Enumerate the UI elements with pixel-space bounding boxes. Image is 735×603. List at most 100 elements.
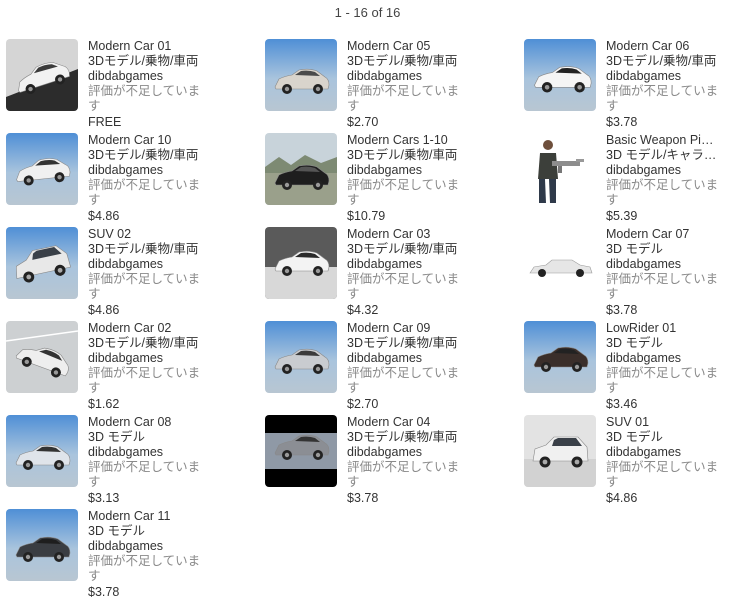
asset-name[interactable]: Modern Car 07: [606, 227, 724, 242]
asset-name[interactable]: Modern Car 03: [347, 227, 465, 242]
asset-thumbnail[interactable]: [265, 415, 337, 487]
asset-publisher[interactable]: dibdabgames: [606, 351, 724, 366]
asset-publisher[interactable]: dibdabgames: [347, 257, 465, 272]
asset-info: Modern Car 10 3Dモデル/乗物/車両 dibdabgames 評価…: [88, 133, 206, 224]
asset-thumbnail[interactable]: [6, 415, 78, 487]
asset-thumbnail[interactable]: [524, 227, 596, 299]
asset-thumbnail[interactable]: [524, 321, 596, 393]
asset-name[interactable]: Modern Car 09: [347, 321, 465, 336]
asset-price: $3.78: [606, 115, 638, 129]
asset-publisher[interactable]: dibdabgames: [88, 539, 206, 554]
asset-card-5[interactable]: Modern Cars 1-10 3Dモデル/乗物/車両 dibdabgames…: [265, 133, 524, 227]
asset-card-3[interactable]: Modern Car 06 3Dモデル/乗物/車両 dibdabgames 評価…: [524, 39, 735, 133]
asset-category[interactable]: 3Dモデル/乗物/車両: [347, 242, 465, 257]
asset-card-16[interactable]: Modern Car 11 3D モデル dibdabgames 評価が不足して…: [6, 509, 265, 603]
asset-publisher[interactable]: dibdabgames: [88, 69, 206, 84]
asset-price: $3.78: [606, 303, 638, 317]
asset-thumbnail[interactable]: [524, 415, 596, 487]
asset-publisher[interactable]: dibdabgames: [88, 163, 206, 178]
asset-name[interactable]: Modern Car 06: [606, 39, 724, 54]
asset-thumbnail[interactable]: [265, 227, 337, 299]
asset-card-4[interactable]: Modern Car 10 3Dモデル/乗物/車両 dibdabgames 評価…: [6, 133, 265, 227]
asset-card-14[interactable]: Modern Car 04 3Dモデル/乗物/車両 dibdabgames 評価…: [265, 415, 524, 509]
asset-thumbnail[interactable]: [265, 39, 337, 111]
asset-name[interactable]: Modern Car 01: [88, 39, 206, 54]
asset-category[interactable]: 3Dモデル/乗物/車両: [347, 336, 465, 351]
asset-info: LowRider 01 3D モデル dibdabgames 評価が不足していま…: [606, 321, 724, 412]
asset-card-12[interactable]: LowRider 01 3D モデル dibdabgames 評価が不足していま…: [524, 321, 735, 415]
asset-name[interactable]: LowRider 01: [606, 321, 724, 336]
asset-price: $3.78: [347, 491, 379, 505]
asset-rating: 評価が不足しています: [347, 178, 460, 207]
asset-card-10[interactable]: Modern Car 02 3Dモデル/乗物/車両 dibdabgames 評価…: [6, 321, 265, 415]
asset-card-2[interactable]: Modern Car 05 3Dモデル/乗物/車両 dibdabgames 評価…: [265, 39, 524, 133]
asset-card-15[interactable]: SUV 01 3D モデル dibdabgames 評価が不足しています $4.…: [524, 415, 735, 509]
asset-thumbnail[interactable]: [6, 133, 78, 205]
asset-name[interactable]: Modern Car 11: [88, 509, 206, 524]
asset-category[interactable]: 3Dモデル/乗物/車両: [347, 54, 465, 69]
asset-card-6[interactable]: Basic Weapon Pi… 3D モデル/キャラ… dibdabgames…: [524, 133, 735, 227]
results-count: 1 - 16 of 16: [334, 5, 401, 20]
asset-name[interactable]: Modern Car 05: [347, 39, 465, 54]
asset-category[interactable]: 3Dモデル/乗物/車両: [606, 54, 724, 69]
asset-thumbnail[interactable]: [265, 321, 337, 393]
asset-card-13[interactable]: Modern Car 08 3D モデル dibdabgames 評価が不足して…: [6, 415, 265, 509]
asset-info: Modern Cars 1-10 3Dモデル/乗物/車両 dibdabgames…: [347, 133, 465, 224]
asset-publisher[interactable]: dibdabgames: [606, 445, 724, 460]
asset-card-1[interactable]: Modern Car 01 3Dモデル/乗物/車両 dibdabgames 評価…: [6, 39, 265, 133]
asset-info: Modern Car 04 3Dモデル/乗物/車両 dibdabgames 評価…: [347, 415, 465, 506]
asset-category[interactable]: 3D モデル: [606, 336, 724, 351]
asset-category[interactable]: 3D モデル/キャラ…: [606, 148, 724, 163]
asset-name[interactable]: Modern Car 10: [88, 133, 206, 148]
asset-rating: 評価が不足しています: [347, 460, 460, 489]
asset-category[interactable]: 3Dモデル/乗物/車両: [88, 242, 206, 257]
asset-thumbnail[interactable]: [524, 133, 596, 205]
asset-card-8[interactable]: Modern Car 03 3Dモデル/乗物/車両 dibdabgames 評価…: [265, 227, 524, 321]
asset-name[interactable]: SUV 01: [606, 415, 724, 430]
asset-publisher[interactable]: dibdabgames: [606, 257, 724, 272]
asset-category[interactable]: 3Dモデル/乗物/車両: [88, 148, 206, 163]
asset-publisher[interactable]: dibdabgames: [88, 257, 206, 272]
asset-price: $4.86: [606, 491, 638, 505]
asset-category[interactable]: 3Dモデル/乗物/車両: [88, 336, 206, 351]
asset-publisher[interactable]: dibdabgames: [347, 163, 465, 178]
asset-name[interactable]: Modern Cars 1-10: [347, 133, 465, 148]
asset-publisher[interactable]: dibdabgames: [347, 351, 465, 366]
asset-publisher[interactable]: dibdabgames: [606, 163, 724, 178]
asset-rating: 評価が不足しています: [606, 178, 719, 207]
asset-category[interactable]: 3Dモデル/乗物/車両: [88, 54, 206, 69]
asset-name[interactable]: Modern Car 02: [88, 321, 206, 336]
asset-thumbnail[interactable]: [6, 509, 78, 581]
asset-name[interactable]: SUV 02: [88, 227, 206, 242]
asset-thumbnail[interactable]: [524, 39, 596, 111]
asset-info: Modern Car 07 3D モデル dibdabgames 評価が不足して…: [606, 227, 724, 318]
asset-rating: 評価が不足しています: [606, 84, 719, 113]
asset-card-7[interactable]: SUV 02 3Dモデル/乗物/車両 dibdabgames 評価が不足していま…: [6, 227, 265, 321]
asset-rating: 評価が不足しています: [606, 272, 719, 301]
asset-category[interactable]: 3Dモデル/乗物/車両: [347, 430, 465, 445]
asset-category[interactable]: 3Dモデル/乗物/車両: [347, 148, 465, 163]
asset-publisher[interactable]: dibdabgames: [88, 445, 206, 460]
asset-publisher[interactable]: dibdabgames: [88, 351, 206, 366]
asset-card-11[interactable]: Modern Car 09 3Dモデル/乗物/車両 dibdabgames 評価…: [265, 321, 524, 415]
asset-category[interactable]: 3D モデル: [88, 524, 206, 539]
asset-name[interactable]: Modern Car 08: [88, 415, 206, 430]
asset-publisher[interactable]: dibdabgames: [606, 69, 724, 84]
asset-info: Modern Car 09 3Dモデル/乗物/車両 dibdabgames 評価…: [347, 321, 465, 412]
asset-price: $1.62: [88, 397, 120, 411]
asset-rating: 評価が不足しています: [88, 272, 201, 301]
asset-grid: Modern Car 01 3Dモデル/乗物/車両 dibdabgames 評価…: [6, 39, 735, 603]
asset-card-9[interactable]: Modern Car 07 3D モデル dibdabgames 評価が不足して…: [524, 227, 735, 321]
asset-name[interactable]: Basic Weapon Pi…: [606, 133, 724, 148]
asset-name[interactable]: Modern Car 04: [347, 415, 465, 430]
asset-publisher[interactable]: dibdabgames: [347, 445, 465, 460]
asset-category[interactable]: 3D モデル: [606, 430, 724, 445]
asset-thumbnail[interactable]: [6, 39, 78, 111]
asset-category[interactable]: 3D モデル: [606, 242, 724, 257]
asset-info: Modern Car 06 3Dモデル/乗物/車両 dibdabgames 評価…: [606, 39, 724, 130]
asset-thumbnail[interactable]: [6, 321, 78, 393]
asset-publisher[interactable]: dibdabgames: [347, 69, 465, 84]
asset-thumbnail[interactable]: [6, 227, 78, 299]
asset-thumbnail[interactable]: [265, 133, 337, 205]
asset-category[interactable]: 3D モデル: [88, 430, 206, 445]
